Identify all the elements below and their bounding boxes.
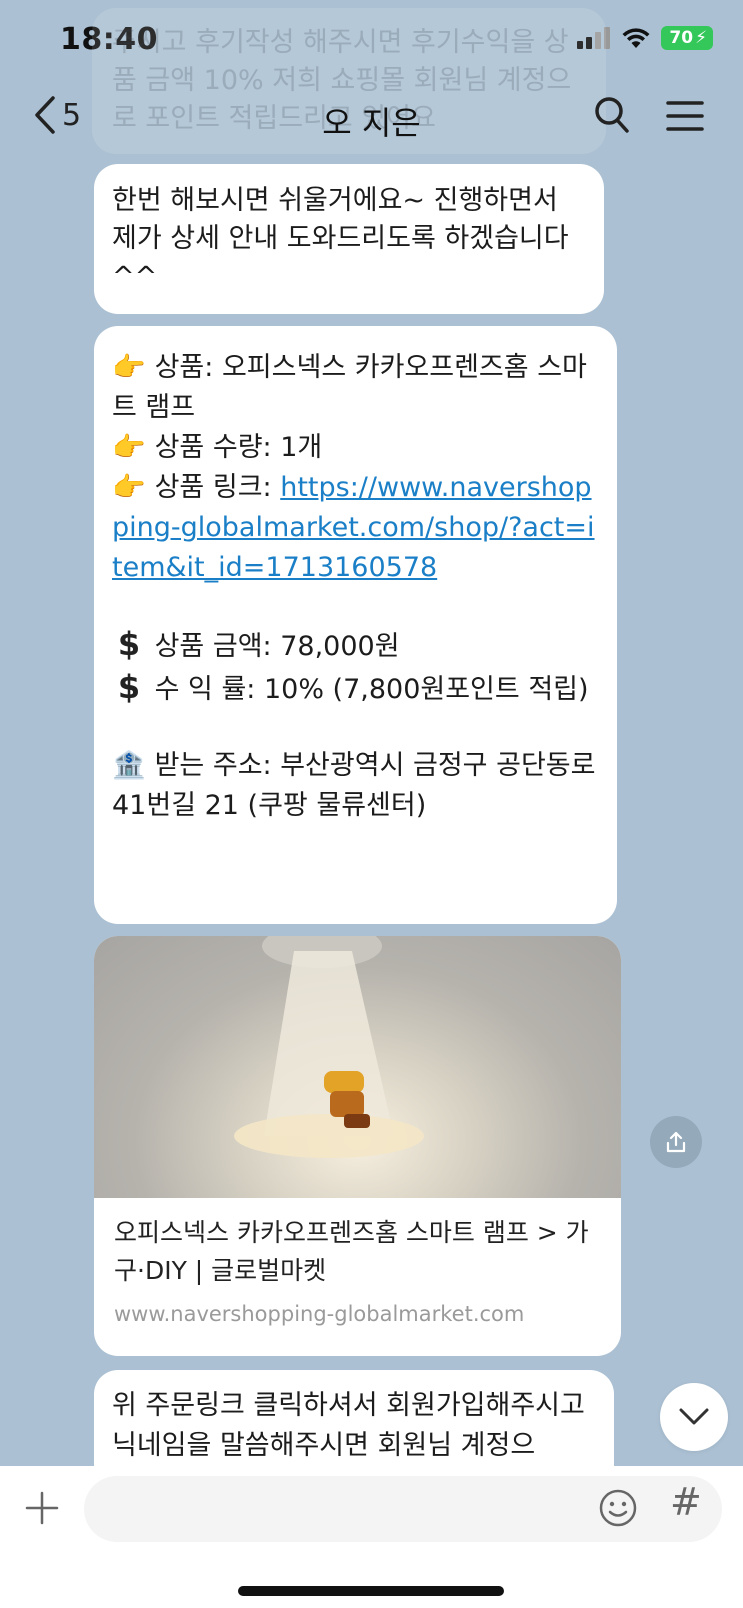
dollar-icon: $ [117, 625, 141, 663]
link-line: 👉 상품 링크: https://www.navershopping-globa… [112, 468, 599, 588]
price-text: 상품 금액: 78,000원 [154, 631, 400, 662]
charging-icon: ⚡ [695, 28, 707, 48]
share-icon [666, 1131, 686, 1153]
battery-level: 70 [669, 28, 694, 48]
product-name-text: 상품: 오피스넥스 카카오프렌즈홈 스마트 램프 [112, 352, 587, 423]
plus-icon[interactable] [24, 1490, 60, 1526]
menu-icon[interactable] [666, 100, 704, 132]
scroll-to-bottom-button[interactable] [660, 1383, 728, 1451]
pointing-hand-icon: 👉 [112, 432, 146, 463]
product-image [94, 936, 621, 1198]
chat-title: 오 지은 [322, 104, 421, 142]
share-button[interactable] [650, 1116, 702, 1168]
pointing-hand-icon: 👉 [112, 472, 146, 503]
link-label-text: 상품 링크: [154, 472, 281, 503]
chat-header: 5 오 지은 [0, 80, 743, 154]
message-text: 한번 해보시면 쉬울거에요~ 진행하면서 제가 상세 안내 도와드리도록 하겠습… [112, 185, 569, 292]
message-bubble-product-details[interactable]: 👉 상품: 오피스넥스 카카오프렌즈홈 스마트 램프 👉 상품 수량: 1개 👉… [94, 326, 617, 924]
dollar-icon: $ [117, 668, 141, 706]
hashtag-icon[interactable]: # [670, 1480, 702, 1524]
pointing-hand-icon: 👉 [112, 352, 146, 383]
wifi-icon [622, 28, 650, 48]
profit-text: 수 익 률: 10% (7,800원포인트 적립) [154, 674, 589, 705]
search-icon[interactable] [594, 96, 630, 134]
address-line: 🏦 받는 주소: 부산광역시 금정구 공단동로41번길 21 (쿠팡 물류센터) [112, 746, 599, 826]
quantity-line: 👉 상품 수량: 1개 [112, 428, 599, 468]
card-title: 오피스넥스 카카오프렌즈홈 스마트 램프 > 가구·DIY | 글로벌마켓 [114, 1218, 589, 1285]
message-bubble[interactable]: 한번 해보시면 쉬울거에요~ 진행하면서 제가 상세 안내 도와드리도록 하겠습… [94, 164, 604, 314]
battery-indicator: 70 ⚡ [661, 26, 713, 50]
emoji-icon[interactable] [598, 1488, 638, 1528]
link-preview-card[interactable]: 오피스넥스 카카오프렌즈홈 스마트 램프 > 가구·DIY | 글로벌마켓 ww… [94, 936, 621, 1356]
product-line: 👉 상품: 오피스넥스 카카오프렌즈홈 스마트 램프 [112, 348, 599, 428]
card-url: www.navershopping-globalmarket.com [114, 1302, 525, 1326]
home-indicator[interactable] [238, 1586, 504, 1596]
lamp-image-icon [234, 936, 424, 1158]
message-text: 위 주문링크 클릭하셔서 회원가입해주시고 닉네임을 말씀해주시면 회원님 계정… [112, 1390, 585, 1461]
address-text: 받는 주소: 부산광역시 금정구 공단동로41번길 21 (쿠팡 물류센터) [112, 750, 596, 821]
price-line: $ 상품 금액: 78,000원 [112, 624, 599, 667]
chevron-down-icon [679, 1408, 709, 1425]
quantity-text: 상품 수량: 1개 [154, 432, 323, 463]
bank-icon: 🏦 [112, 750, 146, 781]
profit-line: $ 수 익 률: 10% (7,800원포인트 적립) [112, 667, 599, 710]
